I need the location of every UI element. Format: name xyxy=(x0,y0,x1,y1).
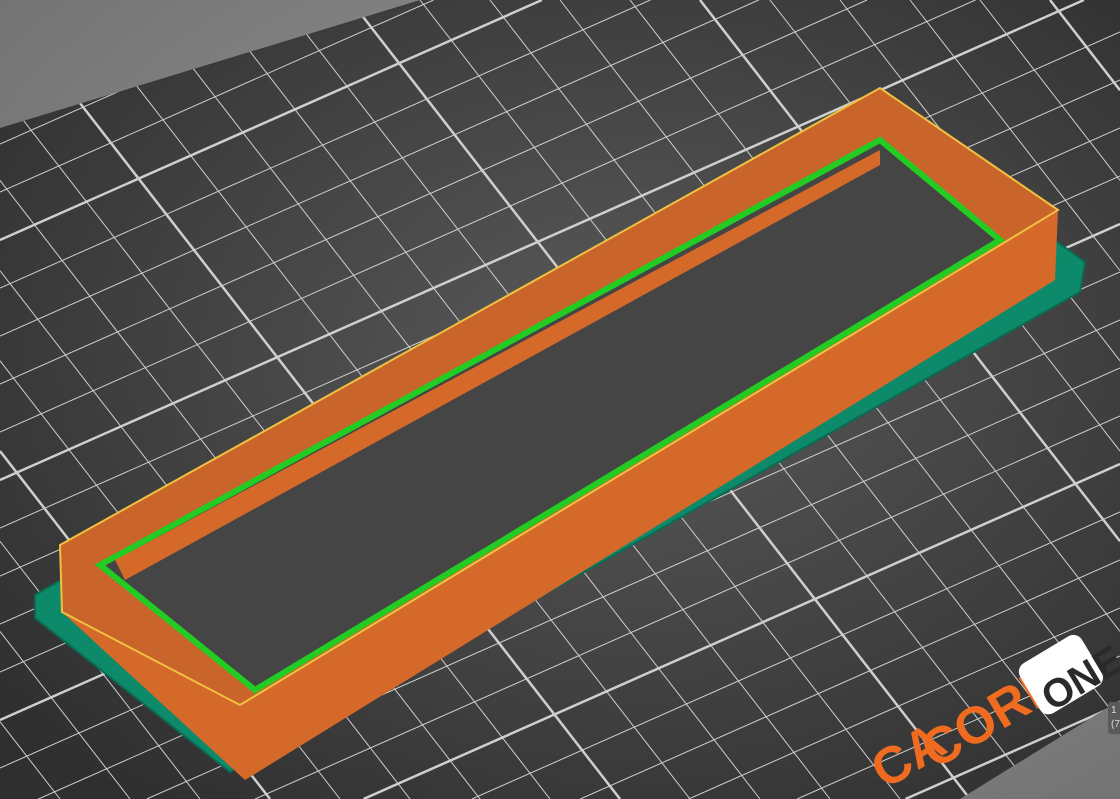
tooltip-line-1: 1 xyxy=(1111,705,1117,716)
print-bed-scene: CA CORE ONE xyxy=(0,0,1120,799)
tooltip-line-2: (7 xyxy=(1111,719,1120,730)
3d-preview-viewport[interactable]: CA CORE ONE 1 (7 xyxy=(0,0,1120,799)
hover-tooltip: 1 (7 xyxy=(1108,702,1120,734)
